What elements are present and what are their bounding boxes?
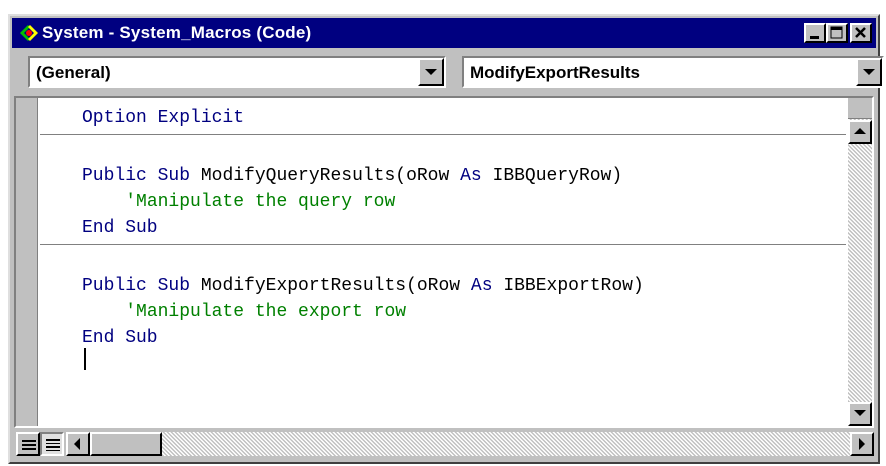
procedure-view-icon [22, 440, 36, 450]
full-module-view-button[interactable] [40, 432, 64, 456]
chevron-down-icon [425, 69, 437, 75]
code-text: Option Explicit [82, 108, 245, 128]
full-module-view-icon [46, 439, 60, 451]
procedure-separator [40, 244, 846, 245]
object-combo-dropdown-button[interactable] [418, 58, 444, 86]
arrow-right-icon [859, 438, 865, 450]
identifier: ModifyExportResults(oRow [200, 276, 461, 296]
procedure-combo[interactable]: ModifyExportResults [462, 56, 884, 88]
horizontal-scroll-thumb[interactable] [90, 432, 162, 456]
identifier: ModifyQueryResults(oRow [200, 166, 450, 186]
keyword: As [470, 276, 493, 296]
bottom-bar [14, 430, 874, 458]
scroll-left-button[interactable] [66, 432, 90, 456]
code-editor[interactable]: Option Explicit Public Sub ModifyQueryRe… [14, 96, 874, 428]
identifier: IBBExportRow) [503, 276, 644, 296]
code-line[interactable]: Public Sub ModifyExportResults(oRow As I… [82, 276, 644, 296]
code-line[interactable]: Public Sub ModifyQueryResults(oRow As IB… [82, 166, 622, 186]
vertical-scrollbar[interactable] [848, 98, 872, 426]
code-line[interactable]: End Sub [82, 328, 158, 348]
arrow-up-icon [854, 128, 866, 134]
margin-indicator-bar[interactable] [16, 98, 38, 426]
code-line[interactable]: End Sub [82, 218, 158, 238]
keyword: As [460, 166, 482, 186]
procedure-combo-dropdown-button[interactable] [856, 58, 882, 86]
procedure-separator [40, 134, 846, 135]
arrow-left-icon [74, 438, 80, 450]
code-line[interactable]: 'Manipulate the export row [82, 302, 406, 322]
code-line[interactable]: 'Manipulate the query row [82, 192, 395, 212]
scroll-right-button[interactable] [850, 432, 874, 456]
keyword: Sub [157, 276, 191, 296]
procedure-view-button[interactable] [16, 432, 40, 456]
keyword: End Sub [82, 218, 158, 238]
object-combo-value: (General) [36, 63, 111, 82]
scroll-down-button[interactable] [848, 402, 872, 426]
scroll-up-button[interactable] [848, 120, 872, 144]
arrow-down-icon [854, 410, 866, 416]
code-area[interactable]: Option Explicit Public Sub ModifyQueryRe… [40, 98, 846, 426]
close-button[interactable] [850, 23, 872, 43]
maximize-button[interactable] [826, 23, 848, 43]
window-title: System - System_Macros (Code) [42, 23, 312, 42]
vba-project-icon [18, 23, 40, 43]
chevron-down-icon [863, 69, 875, 75]
title-bar[interactable]: System - System_Macros (Code) [12, 18, 876, 48]
maximize-icon [830, 26, 843, 39]
keyword: Public [82, 166, 147, 186]
procedure-combo-value: ModifyExportResults [470, 63, 641, 82]
horizontal-scrollbar[interactable] [66, 432, 874, 456]
split-bar[interactable] [848, 98, 872, 119]
object-combo[interactable]: (General) [28, 56, 446, 88]
comment: 'Manipulate the export row [125, 302, 407, 322]
keyword: Sub [157, 166, 191, 186]
code-line[interactable]: Option Explicit [82, 108, 244, 128]
identifier: IBBQueryRow) [492, 166, 623, 186]
code-window: System - System_Macros (Code) (General) … [8, 14, 884, 464]
minimize-button[interactable] [804, 23, 826, 43]
minimize-icon [810, 36, 819, 39]
keyword: End Sub [82, 328, 158, 348]
close-icon [855, 27, 866, 38]
combo-bar: (General) ModifyExportResults [14, 54, 884, 90]
comment: 'Manipulate the query row [125, 192, 396, 212]
text-caret [84, 348, 86, 370]
keyword: Public [82, 276, 147, 296]
